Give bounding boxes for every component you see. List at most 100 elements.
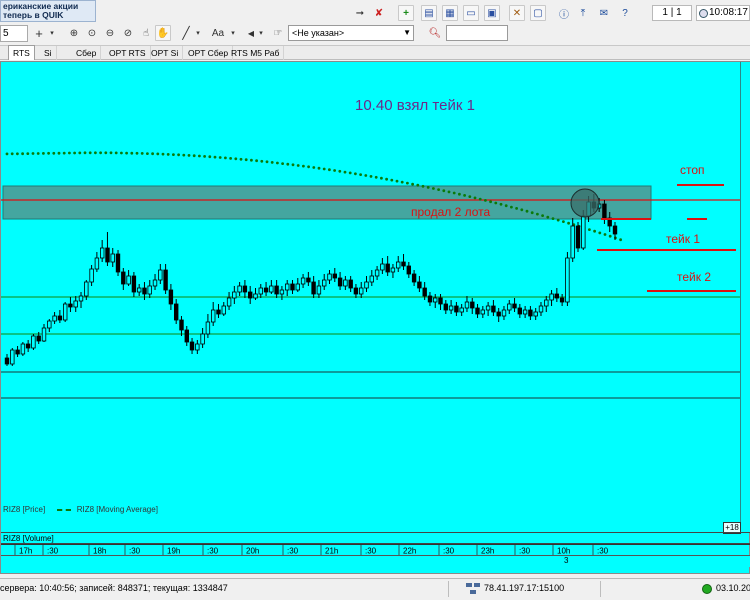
ma-dot [307,165,310,169]
tab-opt-rts[interactable]: OPT RTS [105,46,151,60]
ma-dot [270,161,274,164]
candle-body [480,309,485,315]
object-select[interactable]: <Не указан> ▼ [288,25,414,41]
text-chevron-icon[interactable]: ▾ [228,25,238,41]
promo-banner[interactable]: ериканские акции теперь в QUIK [0,0,96,22]
ma-dot [62,151,66,155]
ma-dot [374,175,378,179]
ma-dot [21,152,24,156]
price-pane[interactable]: 10.40 взял тейк 1 продал 2 лота стоп тей… [1,62,740,517]
table-icon[interactable]: ▤ [421,5,437,21]
ma-dot [244,158,248,162]
candle-body [63,303,68,321]
arrow-chevron-icon[interactable]: ▾ [256,25,266,41]
candle-body [152,279,158,287]
trend-tool-icon[interactable]: ⊘ [120,25,136,41]
candle-body [559,297,565,303]
candle-body [321,279,327,287]
ma-dot [328,168,331,172]
ma-dot [452,191,456,195]
quotes-icon[interactable]: ▦ [442,5,458,21]
candle-body [358,287,364,295]
message-icon[interactable]: ✉ [596,5,612,21]
candle-body [4,357,10,365]
candle-body [507,303,512,311]
tab-sber[interactable]: Сбер [72,46,102,60]
candle-body [232,291,237,299]
candle-body [528,309,533,317]
annotation-take2: тейк 2 [677,270,711,284]
search-icon[interactable]: 🔍︎ [427,25,443,41]
ma-dot [52,151,56,155]
ma-dot [499,202,503,206]
ma-dot [546,215,550,219]
cursor-icon[interactable]: ☞ [270,25,286,41]
candle-body [163,269,168,291]
tab-rts-m5[interactable]: RTS M5 Раб [227,46,285,60]
ma-dot [125,151,128,155]
line-chevron-icon[interactable]: ▾ [193,25,203,41]
crosshair-icon[interactable]: + [31,25,47,41]
ma-dot [478,197,482,201]
candle-body [52,315,57,322]
scroll-day-label: 3 [564,556,569,565]
ma-dot [161,152,165,156]
candle-body [544,299,549,307]
ma-dot [338,169,342,173]
zoom-in-icon[interactable]: ⊕ [66,25,82,41]
candle-body [575,225,581,249]
candle-body [300,277,306,285]
window-icon[interactable]: ▭ [463,5,479,21]
tab-si[interactable]: Si [40,46,57,60]
tab-opt-sber[interactable]: OPT Сбер [184,46,234,60]
chart-scrollbar[interactable] [1,555,750,567]
text-tool-button[interactable]: Aa [208,25,228,41]
ma-dot [192,154,196,158]
ma-dot [140,152,144,155]
candle-body [565,257,570,303]
chart-window[interactable]: 10.40 взял тейк 1 продал 2 лота стоп тей… [0,61,750,574]
ma-dot [151,152,155,156]
candle-body [491,305,496,313]
drag-hand-icon[interactable]: ✋ [155,25,171,41]
ma-dot [10,152,14,156]
search-input[interactable] [446,25,508,41]
candle-body [57,315,63,321]
ma-dot [484,199,487,202]
candle-body [422,287,427,297]
ma-dot [473,196,477,200]
annotation-title: 10.40 взял тейк 1 [355,97,475,114]
candle-body [306,277,311,283]
settings-window-icon[interactable]: ▢ [530,5,546,21]
pin-icon[interactable]: ⤒ [575,5,591,21]
candle-body [89,268,94,283]
candle-body [295,283,300,291]
candle-body [147,285,152,295]
price-chart[interactable]: 10.40 взял тейк 1 продал 2 лота стоп тей… [1,62,740,502]
volume-pane-header[interactable]: RIZ8 [Volume] [1,532,750,544]
ma-dot [603,233,607,236]
zoom-reset-icon[interactable]: ⊙ [84,25,100,41]
interval-combo[interactable]: 5 [0,25,28,42]
ma-dot [99,151,102,155]
cancel-orders-icon[interactable]: ✘ [370,5,388,21]
zoom-out-icon[interactable]: ⊖ [102,25,118,41]
server-icon [466,583,480,594]
pointer-hand-icon[interactable]: ☝ [138,25,154,41]
ma-dot [343,170,347,174]
ma-dot [447,190,451,194]
ma-dot [57,151,61,155]
arrow-right-icon[interactable]: ➞ [351,5,369,21]
price-scale[interactable] [740,62,750,532]
object-select-value: <Не указан> [292,28,345,38]
draw-line-icon[interactable]: ╱ [178,25,194,41]
help-icon[interactable]: ? [617,5,633,21]
tools-icon[interactable]: ✕ [509,5,525,21]
tab-opt-si[interactable]: OPT Si [147,46,184,60]
new-order-icon[interactable]: + [398,5,414,21]
portfolio-icon[interactable]: ▣ [484,5,500,21]
tab-rts[interactable]: RTS [8,45,35,60]
chevron-down-icon[interactable]: ▾ [47,25,57,41]
candle-body [279,289,285,295]
info-icon[interactable]: ⓘ [556,5,572,21]
